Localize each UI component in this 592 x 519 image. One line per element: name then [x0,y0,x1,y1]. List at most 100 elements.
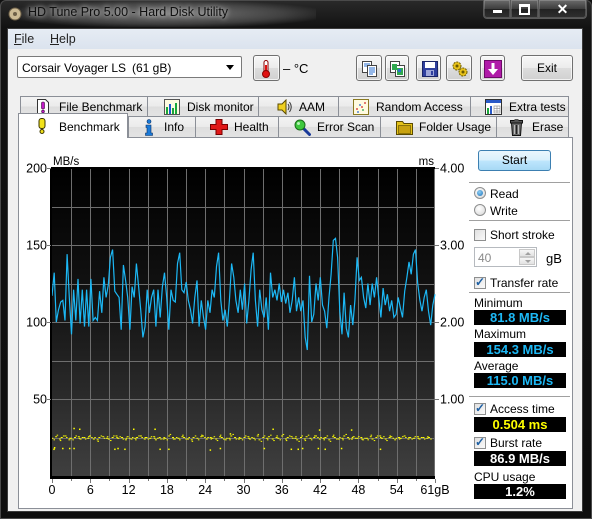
menu-bar [8,29,582,49]
short-stroke-size-spinner[interactable]: 40 [474,247,537,267]
menu-file[interactable]: File [14,32,34,46]
access-time-point [207,437,209,438]
burst-rate-checkbox[interactable]: ✓ [474,435,486,449]
tab-disk-monitor[interactable]: Disk monitor [147,96,259,116]
access-time-point [179,439,181,441]
tab-aam[interactable]: AAM [258,96,339,116]
access-time-point [211,437,214,439]
spin-up-arrow-icon[interactable] [519,249,535,257]
access-time-checkbox[interactable]: ✓ [474,401,486,415]
access-time-point [209,449,212,451]
access-time-point [219,434,222,436]
access-time-point [64,435,67,437]
access-time-point [245,435,247,437]
tab-random-access[interactable]: Random Access [338,96,471,116]
access-time-point [92,438,95,440]
x-tick-label: 30 [237,483,251,497]
access-time-point [403,435,406,437]
divider [469,220,570,221]
access-time-point [168,435,171,437]
access-time-point [418,438,421,440]
access-time-point [324,437,327,438]
close-button[interactable]: ✕ [538,0,587,19]
access-time-point [66,437,68,438]
access-time-point [130,438,133,440]
y-left-tick-label: 200 [26,162,47,176]
access-time-point [145,437,148,438]
cpu-usage-label: CPU usage [474,470,536,484]
x-tick-label: 48 [351,483,365,497]
y-right-tick-label: 2.00 [440,316,464,330]
access-time-point [342,439,344,441]
access-time-point [367,439,369,441]
access-time-point [247,436,250,438]
access-time-point [390,436,393,438]
exit-button[interactable]: Exit [521,55,573,81]
access-time-point [194,435,197,437]
access-time-point [310,439,313,441]
short-stroke-label: Short stroke [490,228,555,242]
access-time-point [276,435,278,437]
copy-text-button[interactable] [356,55,382,81]
download-button[interactable] [480,55,505,81]
access-time-point [376,435,379,437]
access-time-point [326,435,329,437]
tab-label: Benchmark [59,120,120,134]
tab-folder-usage[interactable]: Folder Usage [380,116,497,137]
save-button[interactable] [416,55,441,81]
extra-tests-icon [485,99,502,115]
access-time-point [379,435,382,437]
drive-select[interactable]: Corsair Voyager LS (61 gB) [17,56,242,78]
start-button[interactable]: Start [478,150,551,171]
access-time-point [286,437,289,438]
access-time-point [98,437,101,438]
window-title: HD Tune Pro 5.00 - Hard Disk Utility [28,5,229,19]
access-time-point [173,438,176,440]
read-radio[interactable] [474,187,486,199]
menu-help[interactable]: Help [50,32,76,46]
tab-erase[interactable]: Erase [496,116,569,137]
access-time-point [177,437,180,439]
tab-error-scan[interactable]: Error Scan [278,116,381,137]
access-time-point [288,435,291,437]
access-time-point [243,437,246,438]
access-time-point [234,437,237,438]
access-time-point [257,433,260,435]
tab-benchmark[interactable]: Benchmark [18,113,128,138]
access-time-point [62,447,64,450]
drive-size: (61 gB) [132,61,172,75]
tab-extra-tests[interactable]: Extra tests [470,96,569,116]
tab-info[interactable]: Info [128,116,196,137]
maximize-button[interactable] [510,0,539,19]
access-time-point [296,439,299,441]
access-time-point [392,437,395,439]
write-radio[interactable] [474,204,486,216]
access-time-point [251,437,253,438]
access-time-point [192,437,195,438]
short-stroke-checkbox[interactable]: ✓ [474,229,486,241]
options-button[interactable] [446,55,472,81]
copy-screenshot-button[interactable] [385,55,409,81]
divider [469,396,570,397]
spin-down-arrow-icon[interactable] [519,257,535,265]
transfer-rate-checkbox[interactable]: ✓ [474,275,486,289]
x-tick-label: 0 [49,483,56,497]
access-time-point [305,436,308,438]
access-time-point [121,437,124,438]
access-time-point [132,428,135,431]
access-time-point [407,438,410,440]
temperature-button[interactable] [253,55,280,81]
access-time-point [275,437,278,438]
access-time-point [333,437,336,438]
folder-icon [396,121,413,135]
minimize-button[interactable] [483,0,511,19]
access-time-point [59,440,62,442]
burst-rate-label: Burst rate [490,436,543,450]
tab-health[interactable]: Health [195,116,279,137]
access-time-point [318,429,321,431]
access-time-point [111,437,114,438]
access-time-point [164,437,167,439]
access-time-point [166,439,169,441]
access-time-point [169,433,172,435]
access-time-point [263,435,266,437]
